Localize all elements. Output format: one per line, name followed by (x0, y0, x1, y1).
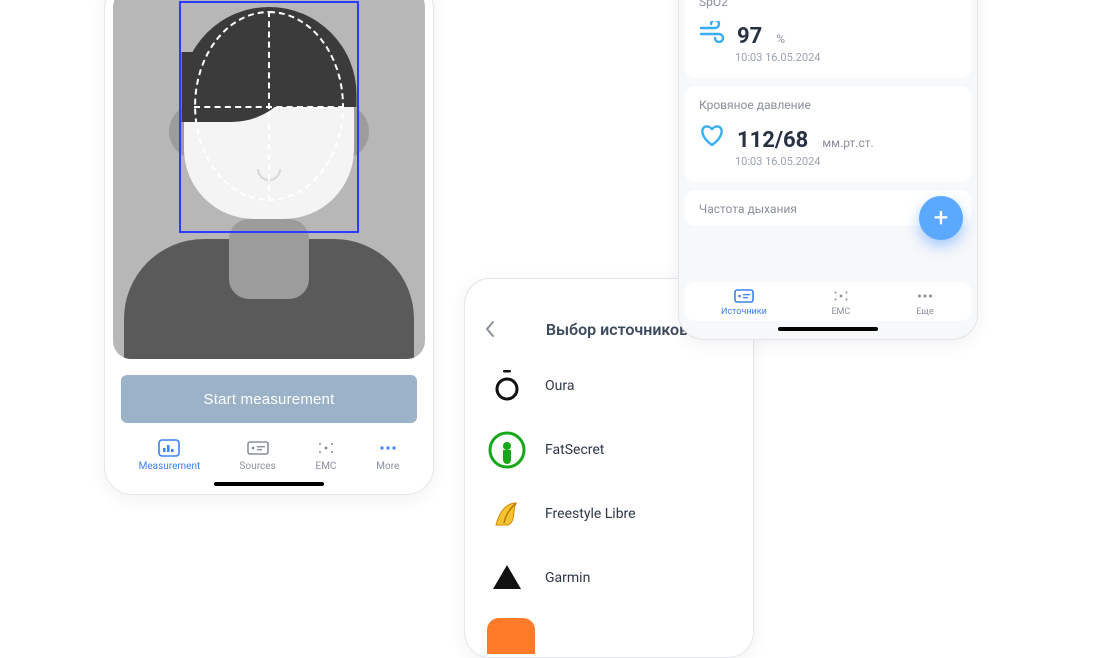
tab-label: Источники (721, 307, 767, 317)
card-blood-pressure[interactable]: Кровяное давление 112/68 мм.рт.ст. 10:03… (685, 86, 971, 182)
sources-list: Oura FatSecret Freestyle Libre Garmin (465, 350, 753, 658)
fatsecret-icon (487, 430, 527, 470)
card-title: SpO2 (699, 0, 957, 9)
tab-more[interactable]: Еще (915, 288, 935, 317)
emc-icon (315, 439, 337, 457)
back-button[interactable] (479, 318, 501, 340)
freestyle-libre-icon (487, 494, 527, 534)
measurement-icon (158, 439, 180, 457)
spo2-unit: % (776, 32, 785, 46)
card-spo2[interactable]: SpO2 97 % 10:03 16.05.2024 (685, 0, 971, 78)
tab-emc[interactable]: EMC (831, 288, 851, 317)
more-icon (377, 439, 399, 457)
chevron-left-icon (484, 320, 496, 338)
tab-label: EMC (316, 461, 337, 472)
bp-timestamp: 10:03 16.05.2024 (735, 155, 957, 168)
spo2-timestamp: 10:03 16.05.2024 (735, 51, 957, 64)
wind-icon (699, 19, 725, 45)
source-label: Freestyle Libre (545, 506, 636, 522)
health-dashboard-screen: SpO2 97 % 10:03 16.05.2024 Кровяное давл… (678, 0, 978, 340)
plus-icon: + (934, 205, 949, 231)
emc-icon (831, 288, 851, 304)
source-item-freestyle[interactable]: Freestyle Libre (465, 482, 753, 546)
heart-icon (699, 122, 725, 148)
tab-sources[interactable]: Источники (721, 288, 767, 317)
bottom-tabbar: Источники EMC Еще (685, 282, 971, 321)
tab-label: Measurement (139, 461, 201, 472)
home-indicator (214, 482, 324, 486)
source-item-oura[interactable]: Oura (465, 354, 753, 418)
tab-emc[interactable]: EMC (309, 437, 343, 474)
source-label: Oura (545, 378, 574, 394)
tab-label: More (376, 461, 399, 472)
start-measurement-button[interactable]: Start measurement (121, 375, 417, 423)
garmin-icon (487, 558, 527, 598)
source-label: Garmin (545, 570, 590, 586)
source-item-garmin[interactable]: Garmin (465, 546, 753, 610)
tab-measurement[interactable]: Measurement (133, 437, 207, 474)
add-button[interactable]: + (919, 196, 963, 240)
health-cards: SpO2 97 % 10:03 16.05.2024 Кровяное давл… (685, 0, 971, 276)
more-icon (915, 288, 935, 304)
source-label: FatSecret (545, 442, 604, 458)
sources-icon (734, 288, 754, 304)
camera-preview (113, 0, 425, 359)
tab-label: Sources (240, 461, 276, 472)
bp-value: 112/68 (737, 128, 808, 153)
card-title: Кровяное давление (699, 98, 957, 112)
tab-sources[interactable]: Sources (234, 437, 282, 474)
tab-more[interactable]: More (370, 437, 405, 474)
tab-label: EMC (831, 307, 850, 317)
tab-label: Еще (916, 307, 933, 317)
face-bounding-box (179, 1, 359, 233)
bp-unit: мм.рт.ст. (822, 136, 873, 150)
sources-icon (247, 439, 269, 457)
oura-icon (487, 366, 527, 406)
measurement-screen: Start measurement Measurement Sources EM… (104, 0, 434, 495)
source-item-fatsecret[interactable]: FatSecret (465, 418, 753, 482)
source-item-partial[interactable] (487, 618, 535, 654)
spo2-value: 97 (737, 24, 762, 49)
bottom-tabbar: Measurement Sources EMC More (113, 433, 425, 476)
home-indicator (778, 327, 878, 331)
